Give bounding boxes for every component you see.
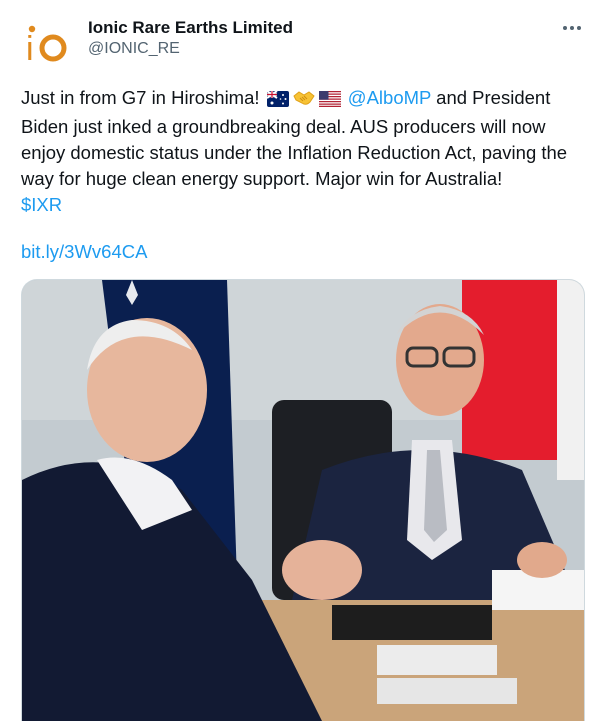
account-handle[interactable]: @IONIC_RE [88, 40, 180, 58]
handshake-icon [293, 88, 315, 114]
mention-link[interactable]: @AlboMP [348, 87, 431, 108]
tweet-card: i Ionic Rare Earths Limited @IONIC_RE Ju… [0, 0, 602, 721]
cashtag-link[interactable]: $IXR [21, 194, 62, 215]
svg-text:i: i [26, 30, 34, 68]
avatar[interactable]: i [20, 14, 76, 70]
tweet-text-part1: Just in from G7 in Hiroshima! [21, 87, 260, 108]
flag-australia-icon [266, 88, 289, 114]
tweet-photo[interactable] [21, 279, 585, 721]
more-options-icon[interactable] [560, 16, 584, 40]
url-link[interactable]: bit.ly/3Wv64CA [21, 241, 147, 263]
tweet-text: Just in from G7 in Hiroshima! @AlboMP an… [21, 85, 586, 218]
flag-usa-icon [318, 88, 341, 114]
display-name[interactable]: Ionic Rare Earths Limited [88, 18, 293, 38]
